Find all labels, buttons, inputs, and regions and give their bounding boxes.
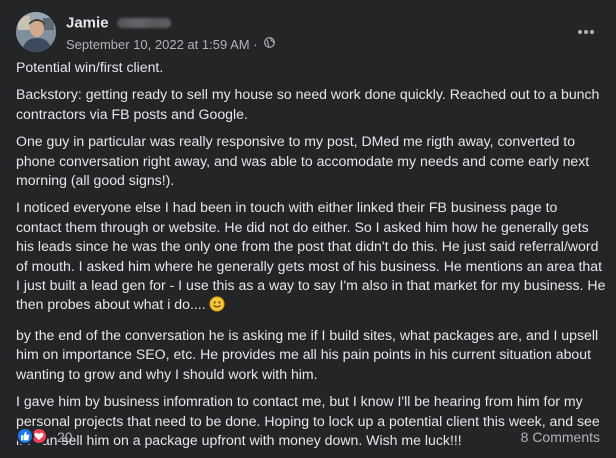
post-paragraph: One guy in particular was really respons… [16, 133, 590, 189]
globe-icon[interactable] [264, 36, 275, 51]
author-row: Jamie [66, 14, 171, 34]
post-paragraph: Potential win/first client. [16, 59, 164, 75]
redacted-surname [116, 17, 171, 28]
post-footer: 20 8 Comments [16, 424, 600, 450]
post-body: Potential win/first client. Backstory: g… [16, 58, 606, 458]
like-icon [16, 427, 34, 445]
post-options-button[interactable] [572, 18, 600, 46]
post-meta: September 10, 2022 at 1:59 AM · [66, 36, 275, 52]
post-header: Jamie September 10, 2022 at 1:59 AM · [16, 12, 600, 56]
author-avatar[interactable] [16, 12, 56, 52]
post-paragraph-with-emoji: I noticed everyone else I had been in to… [16, 198, 606, 317]
post-paragraph: by the end of the conversation he is ask… [16, 326, 599, 382]
meta-separator: · [253, 37, 258, 53]
post-paragraph: Backstory: getting ready to sell my hous… [16, 86, 600, 122]
reaction-count: 20 [57, 429, 73, 445]
post-timestamp[interactable]: September 10, 2022 at 1:59 AM [66, 37, 250, 52]
post-paragraph: I noticed everyone else I had been in to… [16, 199, 606, 313]
comments-count-link[interactable]: 8 Comments [521, 429, 600, 445]
smiling-face-icon [209, 296, 225, 317]
author-name[interactable]: Jamie [66, 14, 109, 31]
more-horizontal-icon [578, 30, 594, 34]
post-card: Jamie September 10, 2022 at 1:59 AM · Po… [0, 0, 616, 458]
